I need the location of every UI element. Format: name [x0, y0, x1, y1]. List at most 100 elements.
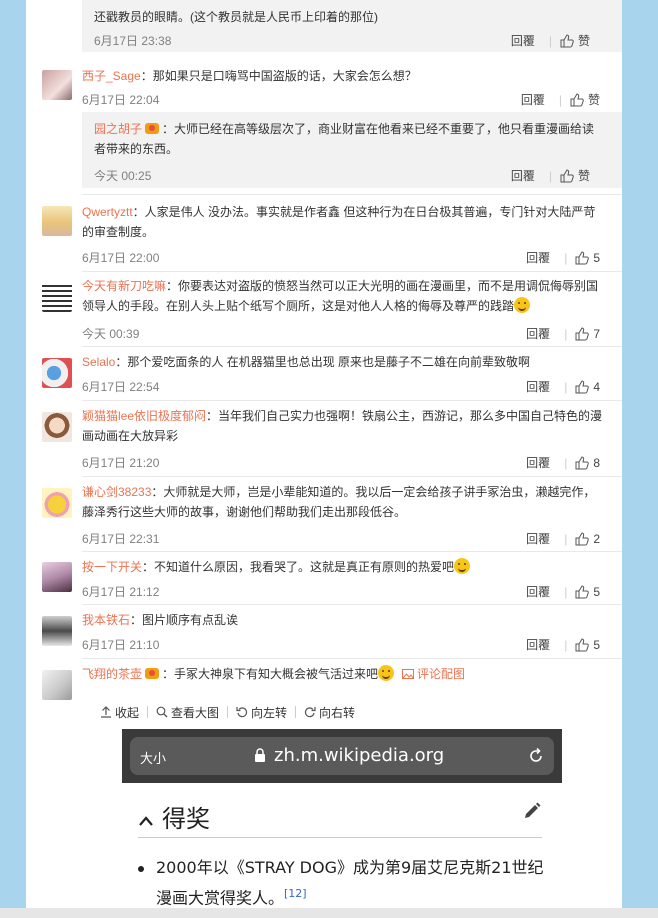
username[interactable]: Selalo — [82, 355, 115, 369]
edit-pencil-icon — [525, 802, 541, 818]
image-icon — [402, 669, 415, 679]
comment-time: 6月17日 22:54 — [82, 380, 160, 394]
comment-body: 西子_Sage：那如果只是口嗨骂中国盗版的话，大家会怎么想？ — [82, 69, 417, 83]
comment-actions: 回覆 | 4 — [526, 378, 600, 395]
comment-body: 谦心剑38233：大师就是大师，岂是小辈能知道的。我以后一定会给孩子讲手冢治虫，… — [82, 485, 596, 519]
like-count[interactable]: 5 — [593, 585, 600, 599]
comment-actions: 回覆 | 5 — [526, 583, 600, 600]
lock-icon — [255, 748, 265, 762]
username[interactable]: 我本铁石 — [82, 613, 130, 627]
comment-panel: 还戳教员的眼睛。(这个教员就是人民币上印着的那位) 6月17日 23:38 回覆… — [26, 0, 622, 910]
comment-body: 飞翔的茶壶 ：手冢大神泉下有知大概会被气活过来吧 评论配图 — [82, 665, 466, 681]
divider — [82, 346, 622, 347]
avatar[interactable] — [42, 412, 72, 442]
avatar[interactable] — [42, 70, 72, 100]
username[interactable]: Qwertyztt — [82, 205, 133, 219]
reply-button[interactable]: 回覆 — [526, 583, 550, 600]
comment-time: 今天 00:25 — [94, 169, 152, 183]
collapse-icon — [101, 706, 111, 718]
username[interactable]: 按一下开关 — [82, 560, 142, 574]
thumbs-up-icon[interactable] — [575, 584, 590, 599]
reply-button[interactable]: 回覆 — [511, 167, 535, 184]
thumbs-up-icon[interactable] — [575, 379, 590, 394]
like-count[interactable]: 赞 — [578, 167, 590, 184]
comment-actions: 回覆 | 7 — [526, 325, 600, 342]
thumbs-up-icon[interactable] — [575, 326, 590, 341]
avatar[interactable] — [42, 562, 72, 592]
avatar[interactable] — [42, 282, 72, 312]
comment-actions: 回覆 | 8 — [526, 454, 600, 471]
comment-actions: 回覆 | 赞 — [510, 32, 590, 49]
smile-emoji-icon — [378, 665, 395, 681]
view-large-button[interactable]: 查看大图 — [156, 704, 219, 721]
like-count[interactable]: 2 — [593, 532, 600, 546]
divider — [82, 551, 622, 552]
rotate-right-button[interactable]: 向右转 — [304, 704, 355, 721]
reply-button[interactable]: 回覆 — [511, 32, 535, 49]
chevron-up-icon — [139, 816, 153, 826]
browser-url-bar: 大小 zh.m.wikipedia.org — [122, 729, 562, 783]
reply-button[interactable]: 回覆 — [526, 454, 550, 471]
comment-time: 6月17日 21:12 — [82, 585, 160, 599]
avatar[interactable] — [42, 616, 72, 646]
like-count[interactable]: 5 — [593, 638, 600, 652]
comment-body: 颖猫猫lee依旧极度郁闷：当年我们自己实力也强啊！铁扇公主，西游记，那么多中国自… — [82, 409, 603, 443]
reply-button[interactable]: 回覆 — [521, 91, 545, 108]
comment-picture-link[interactable]: 评论配图 — [402, 667, 465, 681]
heading-rule — [138, 837, 542, 838]
comment-time: 6月17日 21:10 — [82, 638, 160, 652]
collapse-button[interactable]: 收起 — [100, 704, 139, 721]
comment-actions: 回覆 | 赞 — [520, 91, 600, 108]
reply-button[interactable]: 回覆 — [526, 636, 550, 653]
divider — [82, 194, 622, 195]
text-size-label: 大小 — [140, 751, 167, 766]
username[interactable]: 飞翔的茶壶 — [82, 667, 142, 681]
vip-badge-icon — [145, 123, 160, 134]
url-text: zh.m.wikipedia.org — [274, 745, 445, 766]
avatar[interactable] — [42, 488, 72, 518]
like-count[interactable]: 7 — [593, 327, 600, 341]
picture-toolbar: 收起 查看大图 向左转 向右转 — [92, 698, 602, 726]
rotate-left-button[interactable]: 向左转 — [236, 704, 287, 721]
thumbs-up-icon[interactable] — [575, 637, 590, 652]
like-count[interactable]: 赞 — [578, 32, 590, 49]
reply-button[interactable]: 回覆 — [526, 325, 550, 342]
thumbs-up-icon[interactable] — [560, 168, 574, 183]
comment-image[interactable]: 大小 zh.m.wikipedia.org 得奖 2000年以《STRAY DO… — [122, 729, 562, 910]
comment-body: Selalo：那个爱吃面条的人 在机器猫里也总出现 原来也是藤子不二雄在向前辈致… — [82, 355, 531, 369]
thumbs-up-icon[interactable] — [575, 531, 590, 546]
avatar[interactable] — [42, 358, 72, 388]
avatar[interactable] — [42, 670, 72, 700]
comment-body: Qwertyztt：人家是伟人 没办法。事实就是作者鑫 但这种行为在日台极其普遍… — [82, 205, 596, 239]
thumbs-up-icon[interactable] — [575, 250, 590, 265]
username[interactable]: 园之胡子 — [94, 122, 142, 136]
thumbs-up-icon[interactable] — [570, 92, 584, 107]
reply-button[interactable]: 回覆 — [526, 249, 550, 266]
reply-body: 园之胡子 ：大师已经在高等级层次了，商业财富在他看来已经不重要了，他只看重漫画给读… — [94, 122, 595, 156]
like-count[interactable]: 5 — [593, 251, 600, 265]
comment-time: 6月17日 22:04 — [82, 93, 160, 107]
section-heading: 得奖 — [138, 799, 210, 834]
divider — [82, 271, 622, 272]
username[interactable]: 今天有新刀吃嘛 — [82, 279, 166, 293]
comment-actions: 回覆 | 2 — [526, 530, 600, 547]
username[interactable]: 颖猫猫lee依旧极度郁闷 — [82, 409, 206, 423]
reply-button[interactable]: 回覆 — [526, 378, 550, 395]
comment-text: 还戳教员的眼睛。(这个教员就是人民币上印着的那位) — [94, 10, 378, 24]
username[interactable]: 谦心剑38233 — [82, 485, 151, 499]
divider — [82, 476, 622, 477]
thumbs-up-icon[interactable] — [560, 33, 574, 48]
avatar[interactable] — [42, 206, 72, 236]
like-count[interactable]: 8 — [593, 456, 600, 470]
comment-body: 按一下开关：不知道什么原因，我看哭了。这就是真正有原则的热爱吧 — [82, 557, 604, 577]
like-count[interactable]: 赞 — [588, 91, 600, 108]
divider — [82, 658, 622, 659]
reply-button[interactable]: 回覆 — [526, 530, 550, 547]
award-list-item: 2000年以《STRAY DOG》成为第9届艾尼克斯21世纪漫画大赏得奖人。[1… — [138, 855, 552, 910]
comment-actions: 回覆 | 赞 — [510, 167, 590, 184]
divider — [82, 604, 622, 605]
like-count[interactable]: 4 — [593, 380, 600, 394]
thumbs-up-icon[interactable] — [575, 455, 590, 470]
username[interactable]: 西子_Sage — [82, 69, 141, 83]
comment-time: 6月17日 22:31 — [82, 532, 160, 546]
